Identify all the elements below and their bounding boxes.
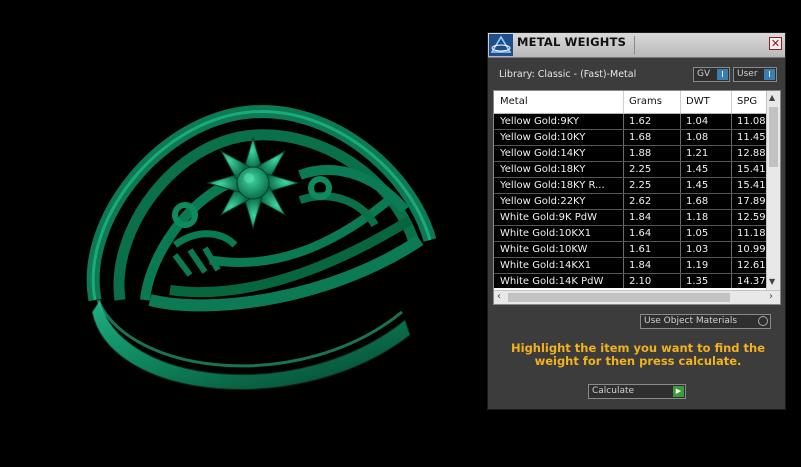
user-toggle-indicator-icon: I	[764, 69, 775, 80]
cell-dwt: 1.18	[686, 212, 709, 223]
cell-dwt: 1.19	[686, 260, 709, 271]
cell-spg: 12.59	[737, 212, 766, 223]
table-row[interactable]: White Gold:14KX1 1.84 1.19 12.61	[494, 258, 766, 274]
cell-grams: 1.61	[629, 244, 652, 255]
cell-grams: 1.62	[629, 116, 652, 127]
panel-titlebar[interactable]: METAL WEIGHTS ✕	[488, 33, 785, 58]
cell-dwt: 1.21	[686, 148, 709, 159]
cell-spg: 10.99	[737, 244, 766, 255]
table-row[interactable]: White Gold:9K PdW 1.84 1.18 12.59	[494, 210, 766, 226]
play-arrow-icon: ▶	[673, 386, 684, 397]
scroll-up-icon[interactable]: ▲	[769, 93, 775, 102]
table-row[interactable]: White Gold:14K PdW 2.10 1.35 14.37	[494, 274, 766, 288]
horizontal-scroll-thumb[interactable]	[508, 293, 730, 302]
close-button[interactable]: ✕	[769, 37, 782, 50]
library-label: Library: Classic - (Fast)-Metal	[499, 69, 637, 80]
cell-spg: 12.61	[737, 260, 766, 271]
table-row[interactable]: Yellow Gold:14KY 1.88 1.21 12.88	[494, 146, 766, 162]
cell-dwt: 1.45	[686, 164, 709, 175]
column-header-grams[interactable]: Grams	[629, 96, 662, 107]
column-header-metal[interactable]: Metal	[500, 96, 528, 107]
cell-spg: 11.45	[737, 132, 766, 143]
panel-title: METAL WEIGHTS	[517, 35, 627, 49]
cell-metal: White Gold:9K PdW	[500, 212, 597, 223]
cell-grams: 2.10	[629, 276, 652, 287]
calculate-label: Calculate	[592, 386, 635, 396]
cell-grams: 1.68	[629, 132, 652, 143]
metal-weights-panel: METAL WEIGHTS ✕ Library: Classic - (Fast…	[487, 32, 786, 410]
cell-spg: 15.41	[737, 180, 766, 191]
cell-grams: 2.62	[629, 196, 652, 207]
column-divider[interactable]	[680, 91, 681, 113]
instruction-text: Highlight the item you want to find the …	[511, 341, 765, 368]
table-row[interactable]: Yellow Gold:18KY R... 2.25 1.45 15.41	[494, 178, 766, 194]
use-object-materials-label: Use Object Materials	[644, 316, 738, 326]
cell-dwt: 1.35	[686, 276, 709, 287]
calculate-button[interactable]: Calculate ▶	[588, 384, 686, 399]
cell-dwt: 1.05	[686, 228, 709, 239]
cell-spg: 14.37	[737, 276, 766, 287]
ring-model	[86, 105, 437, 390]
gv-toggle-label: GV	[697, 69, 711, 79]
cell-grams: 1.84	[629, 260, 652, 271]
gv-toggle[interactable]: GV I	[693, 67, 730, 82]
horizontal-scrollbar[interactable]: ‹ ›	[494, 290, 780, 304]
table-row[interactable]: White Gold:10KX1 1.64 1.05 11.18	[494, 226, 766, 242]
cell-spg: 11.08	[737, 116, 766, 127]
vertical-scroll-thumb[interactable]	[769, 107, 778, 167]
cell-metal: Yellow Gold:9KY	[500, 116, 579, 127]
cell-dwt: 1.04	[686, 116, 709, 127]
cell-spg: 17.89	[737, 196, 766, 207]
metal-table: Metal Grams DWT SPG Yellow Gold:9KY 1.62 1…	[493, 90, 781, 305]
column-divider[interactable]	[731, 91, 732, 113]
cell-grams: 2.25	[629, 164, 652, 175]
cell-spg: 12.88	[737, 148, 766, 159]
cell-metal: White Gold:10KX1	[500, 228, 592, 239]
cell-metal: Yellow Gold:22KY	[500, 196, 586, 207]
table-row[interactable]: Yellow Gold:22KY 2.62 1.68 17.89	[494, 194, 766, 210]
cell-metal: Yellow Gold:14KY	[500, 148, 586, 159]
radio-indicator-icon	[758, 316, 768, 326]
scroll-left-icon[interactable]: ‹	[497, 291, 501, 302]
table-header: Metal Grams DWT SPG	[494, 91, 766, 114]
cell-grams: 1.88	[629, 148, 652, 159]
cell-grams: 1.84	[629, 212, 652, 223]
column-header-dwt[interactable]: DWT	[686, 96, 710, 107]
cell-dwt: 1.03	[686, 244, 709, 255]
cell-metal: Yellow Gold:18KY	[500, 164, 586, 175]
cell-spg: 15.41	[737, 164, 766, 175]
table-body: Yellow Gold:9KY 1.62 1.04 11.08 Yellow Gold…	[494, 114, 766, 288]
scroll-right-icon[interactable]: ›	[769, 291, 773, 302]
3d-viewport[interactable]	[0, 0, 485, 467]
cell-metal: Yellow Gold:18KY R...	[500, 180, 605, 191]
cell-metal: White Gold:14K PdW	[500, 276, 604, 287]
cell-dwt: 1.45	[686, 180, 709, 191]
table-row[interactable]: Yellow Gold:18KY 2.25 1.45 15.41	[494, 162, 766, 178]
scroll-down-icon[interactable]: ▼	[769, 277, 775, 286]
vertical-scrollbar[interactable]: ▲ ▼	[766, 91, 780, 290]
cell-metal: Yellow Gold:10KY	[500, 132, 586, 143]
cell-metal: White Gold:10KW	[500, 244, 588, 255]
app-logo-icon	[489, 34, 513, 56]
table-row[interactable]: Yellow Gold:10KY 1.68 1.08 11.45	[494, 130, 766, 146]
cell-grams: 1.64	[629, 228, 652, 239]
title-divider	[634, 36, 635, 54]
column-header-spg[interactable]: SPG	[737, 96, 757, 107]
user-toggle[interactable]: User I	[733, 67, 777, 82]
gv-toggle-indicator-icon: I	[717, 69, 728, 80]
column-divider[interactable]	[623, 91, 624, 113]
cell-dwt: 1.08	[686, 132, 709, 143]
cell-grams: 2.25	[629, 180, 652, 191]
use-object-materials-toggle[interactable]: Use Object Materials	[640, 314, 771, 329]
cell-metal: White Gold:14KX1	[500, 260, 592, 271]
cell-spg: 11.18	[737, 228, 766, 239]
table-row[interactable]: White Gold:10KW 1.61 1.03 10.99	[494, 242, 766, 258]
cell-dwt: 1.68	[686, 196, 709, 207]
table-row[interactable]: Yellow Gold:9KY 1.62 1.04 11.08	[494, 114, 766, 130]
user-toggle-label: User	[737, 69, 758, 79]
